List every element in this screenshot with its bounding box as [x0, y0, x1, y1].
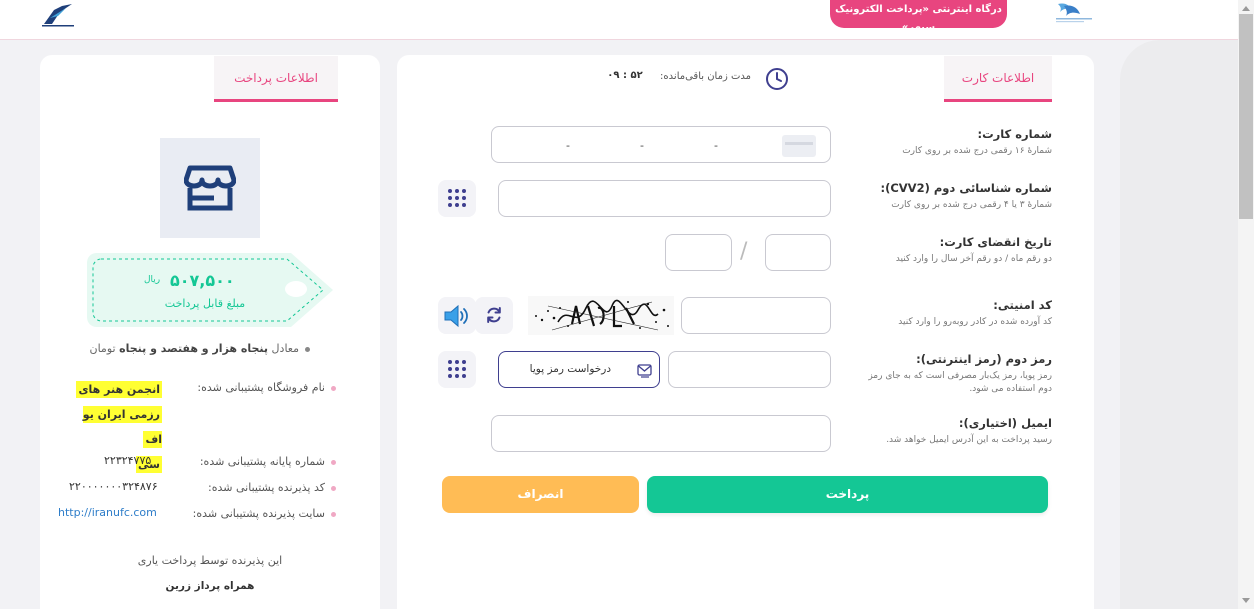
bullet-icon — [331, 511, 336, 517]
expiry-separator: / — [740, 239, 748, 264]
cvv2-hint: شمارهٔ ۳ یا ۴ رقمی درج شده بر روی کارت — [891, 200, 1052, 210]
bullet-icon — [331, 459, 336, 465]
facilitator-text: این پذیرنده توسط پرداخت یاری — [137, 554, 283, 567]
top-bar: درگاه اینترنتی «پرداخت الکترونیک سپهر» — [0, 0, 1254, 40]
amount-equivalent: معادل پنجاه هزار و هفتصد و پنجاه تومان — [90, 342, 310, 355]
timer-value: ۰۹ : ۵۲ — [607, 70, 643, 81]
pin2-label: رمز دوم (رمز اینترنتی): — [916, 352, 1052, 366]
expiry-month-input[interactable] — [765, 234, 831, 271]
clock-icon — [765, 67, 789, 91]
pin2-hint: رمز پویا، رمز یک‌بار مصرفی است که به جای… — [868, 371, 1052, 394]
terminal-label: شماره پایانه پشتیبانی شده: — [200, 455, 336, 468]
merchant-logo — [160, 138, 260, 238]
mobile-message-icon — [637, 364, 652, 378]
keypad-icon — [448, 360, 466, 378]
price-ticket — [87, 253, 333, 327]
sepehr-logo — [40, 2, 76, 28]
terminal-value: ۲۲۳۲۴۷۷۵ — [104, 454, 152, 467]
card-number-separator: - — [640, 139, 644, 152]
email-hint: رسید پرداخت به این آدرس ایمیل خواهد شد. — [886, 435, 1052, 445]
bullet-icon — [331, 385, 336, 391]
tab-card-info[interactable]: اطلاعات کارت — [944, 56, 1052, 102]
request-dynamic-pin-button[interactable]: درخواست رمز پویا — [498, 351, 660, 388]
captcha-image — [528, 296, 674, 335]
card-number-separator: - — [714, 139, 718, 152]
expiry-label: تاریخ انقضای کارت: — [939, 235, 1052, 249]
captcha-hint: کد آورده شده در کادر روبه‌رو را وارد کنی… — [898, 317, 1052, 327]
speaker-icon — [444, 304, 468, 328]
payment-amount-caption: مبلغ قابل پرداخت — [164, 297, 246, 310]
gateway-title-badge: درگاه اینترنتی «پرداخت الکترونیک سپهر» — [830, 0, 1007, 33]
cvv2-keypad-button[interactable] — [438, 180, 476, 217]
captcha-label: کد امنیتی: — [993, 298, 1052, 312]
card-icon — [782, 135, 816, 157]
expiry-year-input[interactable] — [665, 234, 732, 271]
scroll-down-arrow-icon[interactable] — [1242, 598, 1250, 603]
refresh-captcha-button[interactable] — [475, 297, 513, 334]
bullet-icon — [331, 485, 336, 491]
timer-label: مدت زمان باقی‌مانده: — [660, 71, 751, 82]
email-label: ایمیل (اختیاری): — [958, 416, 1052, 430]
payment-amount: ۵۰۷,۵۰۰ — [170, 271, 235, 290]
bank-logo — [1052, 0, 1096, 26]
card-number-separator: - — [566, 139, 570, 152]
card-info-panel: اطلاعات کارت مدت زمان باقی‌مانده: ۰۹ : ۵… — [397, 55, 1094, 609]
payment-currency: ریال — [144, 275, 161, 285]
tab-payment-info[interactable]: اطلاعات پرداخت — [214, 56, 338, 102]
keypad-icon — [448, 189, 466, 207]
store-name-label: نام فروشگاه پشتیبانی شده: — [197, 381, 336, 394]
scroll-up-arrow-icon[interactable] — [1242, 6, 1250, 11]
dynamic-pin-label: درخواست رمز پویا — [529, 363, 611, 375]
card-number-hint: شمارهٔ ۱۶ رقمی درج شده بر روی کارت — [902, 146, 1052, 156]
cvv2-input[interactable] — [498, 180, 831, 217]
audio-captcha-button[interactable] — [438, 297, 476, 334]
captcha-input[interactable] — [681, 297, 831, 334]
cancel-button[interactable]: انصراف — [442, 476, 639, 513]
merchant-code-label: کد پذیرنده پشتیبانی شده: — [208, 481, 336, 494]
pay-button[interactable]: پرداخت — [647, 476, 1048, 513]
card-number-input[interactable]: - - - — [491, 126, 831, 163]
merchant-code-value: ۲۲۰۰۰۰۰۰۰۳۲۴۸۷۶ — [69, 480, 158, 493]
card-number-label: شماره کارت: — [977, 127, 1052, 141]
pin2-keypad-button[interactable] — [438, 351, 476, 388]
pin2-input[interactable] — [668, 351, 831, 388]
scrollbar-thumb[interactable] — [1239, 14, 1253, 219]
bullet-icon — [305, 346, 310, 352]
merchant-site-label: سایت پذیرنده پشتیبانی شده: — [193, 507, 336, 520]
facilitator-name: همراه پرداز زرین — [165, 580, 255, 592]
store-icon — [184, 165, 236, 211]
background-decoration — [1120, 40, 1238, 609]
email-input[interactable] — [491, 415, 831, 452]
expiry-hint: دو رقم ماه / دو رقم آخر سال را وارد کنید — [895, 254, 1052, 264]
merchant-site-link[interactable]: http://iranufc.com — [58, 506, 157, 519]
payment-info-panel: اطلاعات پرداخت ۵۰۷,۵۰۰ ریال مبلغ قابل پر… — [40, 55, 380, 609]
refresh-icon — [487, 307, 501, 323]
cvv2-label: شماره شناسائی دوم (CVV2): — [880, 181, 1052, 195]
